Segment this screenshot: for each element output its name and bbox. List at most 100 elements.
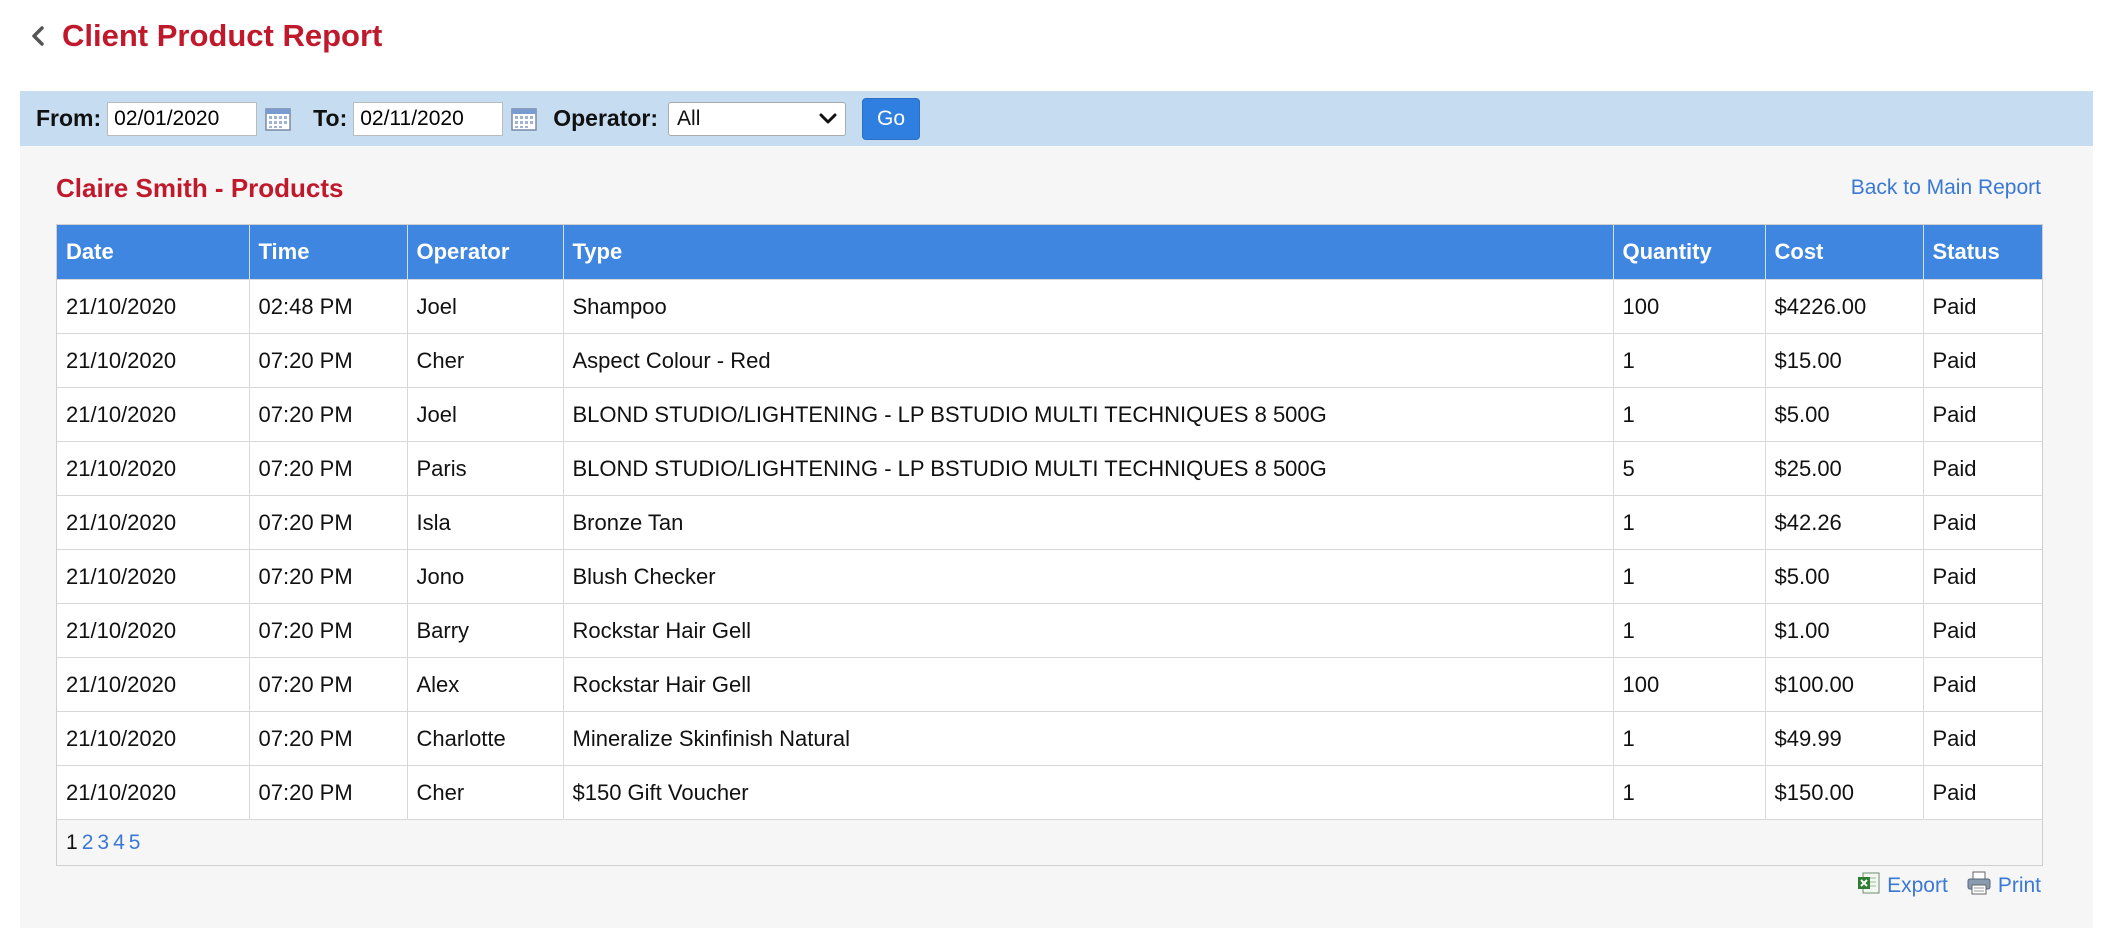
print-button[interactable]: Print [1966,871,2041,901]
table-cell: 1 [1613,495,1766,550]
table-cell: 1 [1613,711,1766,766]
table-cell: $5.00 [1765,387,1924,442]
table-cell: $15.00 [1765,333,1924,388]
table-cell: 02:48 PM [249,279,408,334]
table-cell: 1 [1613,333,1766,388]
excel-icon [1857,871,1887,901]
table-cell: Paid [1923,333,2042,388]
page-link[interactable]: 2 [82,831,94,855]
table-cell: 07:20 PM [249,765,408,819]
table-row: 21/10/2020 07:20 PM Paris BLOND STUDIO/LIGH… [57,441,2042,496]
calendar-icon[interactable] [511,107,537,131]
table-cell: Paid [1923,387,2042,442]
report-panel: Claire Smith - Products Back to Main Rep… [20,146,2093,928]
table-cell: Mineralize Skinfinish Natural [563,711,1614,766]
table-cell: $25.00 [1765,441,1924,496]
chevron-left-icon[interactable] [28,22,48,50]
table-cell: BLOND STUDIO/LIGHTENING - LP BSTUDIO MUL… [563,387,1614,442]
to-label: To: [313,105,348,131]
table-cell: 100 [1613,279,1766,334]
printer-icon [1966,871,1998,901]
table-cell: $150 Gift Voucher [563,765,1614,819]
table-cell: 07:20 PM [249,657,408,712]
table-cell: 21/10/2020 [57,495,250,550]
table-cell: Paris [407,441,564,496]
table-row: 21/10/2020 07:20 PM Jono Blush Checker 1 $5.0… [57,549,2042,604]
table-cell: $49.99 [1765,711,1924,766]
table-cell: BLOND STUDIO/LIGHTENING - LP BSTUDIO MUL… [563,441,1614,496]
table-cell: Aspect Colour - Red [563,333,1614,388]
table-cell: 21/10/2020 [57,387,250,442]
table-cell: 07:20 PM [249,333,408,388]
from-date-input[interactable] [107,101,258,136]
table-cell: 21/10/2020 [57,441,250,496]
back-to-main-report-link[interactable]: Back to Main Report [1851,176,2041,200]
table-cell: 07:20 PM [249,549,408,604]
operator-select[interactable]: All [668,101,847,136]
operator-label: Operator: [553,105,659,131]
table-cell: Joel [407,387,564,442]
export-label: Export [1887,874,1948,897]
go-button[interactable]: Go [862,97,921,140]
products-table-wrap: Date Time Operator Type Quantity Cost St… [56,224,2043,866]
from-label: From: [36,105,102,131]
table-cell: Paid [1923,603,2042,658]
table-cell: Blush Checker [563,549,1614,604]
table-cell: $4226.00 [1765,279,1924,334]
table-cell: 07:20 PM [249,711,408,766]
page-title: Client Product Report [62,18,383,53]
table-cell: 1 [1613,387,1766,442]
table-cell: Joel [407,279,564,334]
table-cell: Paid [1923,549,2042,604]
page-link[interactable]: 4 [113,831,125,855]
table-cell: Paid [1923,279,2042,334]
table-cell: 21/10/2020 [57,765,250,819]
current-page: 1 [66,830,78,854]
column-header: Operator [407,225,564,280]
to-date-input[interactable] [353,101,504,136]
table-cell: 21/10/2020 [57,603,250,658]
column-header: Date [57,225,250,280]
table-header-row: Date Time Operator Type Quantity Cost St… [57,225,2042,280]
table-cell: 07:20 PM [249,603,408,658]
table-cell: Paid [1923,711,2042,766]
table-cell: Bronze Tan [563,495,1614,550]
table-cell: Barry [407,603,564,658]
table-cell: 21/10/2020 [57,279,250,334]
table-cell: Paid [1923,765,2042,819]
column-header: Status [1923,225,2042,280]
table-cell: 1 [1613,603,1766,658]
pagination: 1 2 3 4 5 [57,819,2042,865]
table-cell: $5.00 [1765,549,1924,604]
table-cell: Charlotte [407,711,564,766]
table-row: 21/10/2020 07:20 PM Joel BLOND STUDIO/LIGHT… [57,387,2042,442]
column-header: Time [249,225,408,280]
table-cell: $1.00 [1765,603,1924,658]
table-row: 21/10/2020 07:20 PM Barry Rockstar Hair Gel… [57,603,2042,658]
report-actions: Export Print [1839,871,2041,901]
table-cell: 1 [1613,765,1766,819]
table-cell: Paid [1923,495,2042,550]
table-cell: Cher [407,333,564,388]
table-cell: 21/10/2020 [57,657,250,712]
column-header: Type [563,225,1614,280]
export-button[interactable]: Export [1857,871,1948,901]
table-row: 21/10/2020 07:20 PM Charlotte Mineralize Sk… [57,711,2042,766]
table-cell: 21/10/2020 [57,549,250,604]
table-row: 21/10/2020 07:20 PM Cher Aspect Colour - Re… [57,333,2042,388]
table-cell: Isla [407,495,564,550]
table-cell: 21/10/2020 [57,333,250,388]
table-cell: 21/10/2020 [57,711,250,766]
table-cell: 07:20 PM [249,441,408,496]
page-link[interactable]: 3 [97,831,109,855]
column-header: Quantity [1613,225,1766,280]
table-cell: 5 [1613,441,1766,496]
page-link[interactable]: 5 [129,831,141,855]
table-cell: 07:20 PM [249,387,408,442]
table-row: 21/10/2020 07:20 PM Isla Bronze Tan 1 $42.26 P… [57,495,2042,550]
table-cell: Alex [407,657,564,712]
column-header: Cost [1765,225,1924,280]
table-cell: 100 [1613,657,1766,712]
table-row: 21/10/2020 07:20 PM Cher $150 Gift Voucher 1… [57,765,2042,819]
calendar-icon[interactable] [265,107,291,131]
